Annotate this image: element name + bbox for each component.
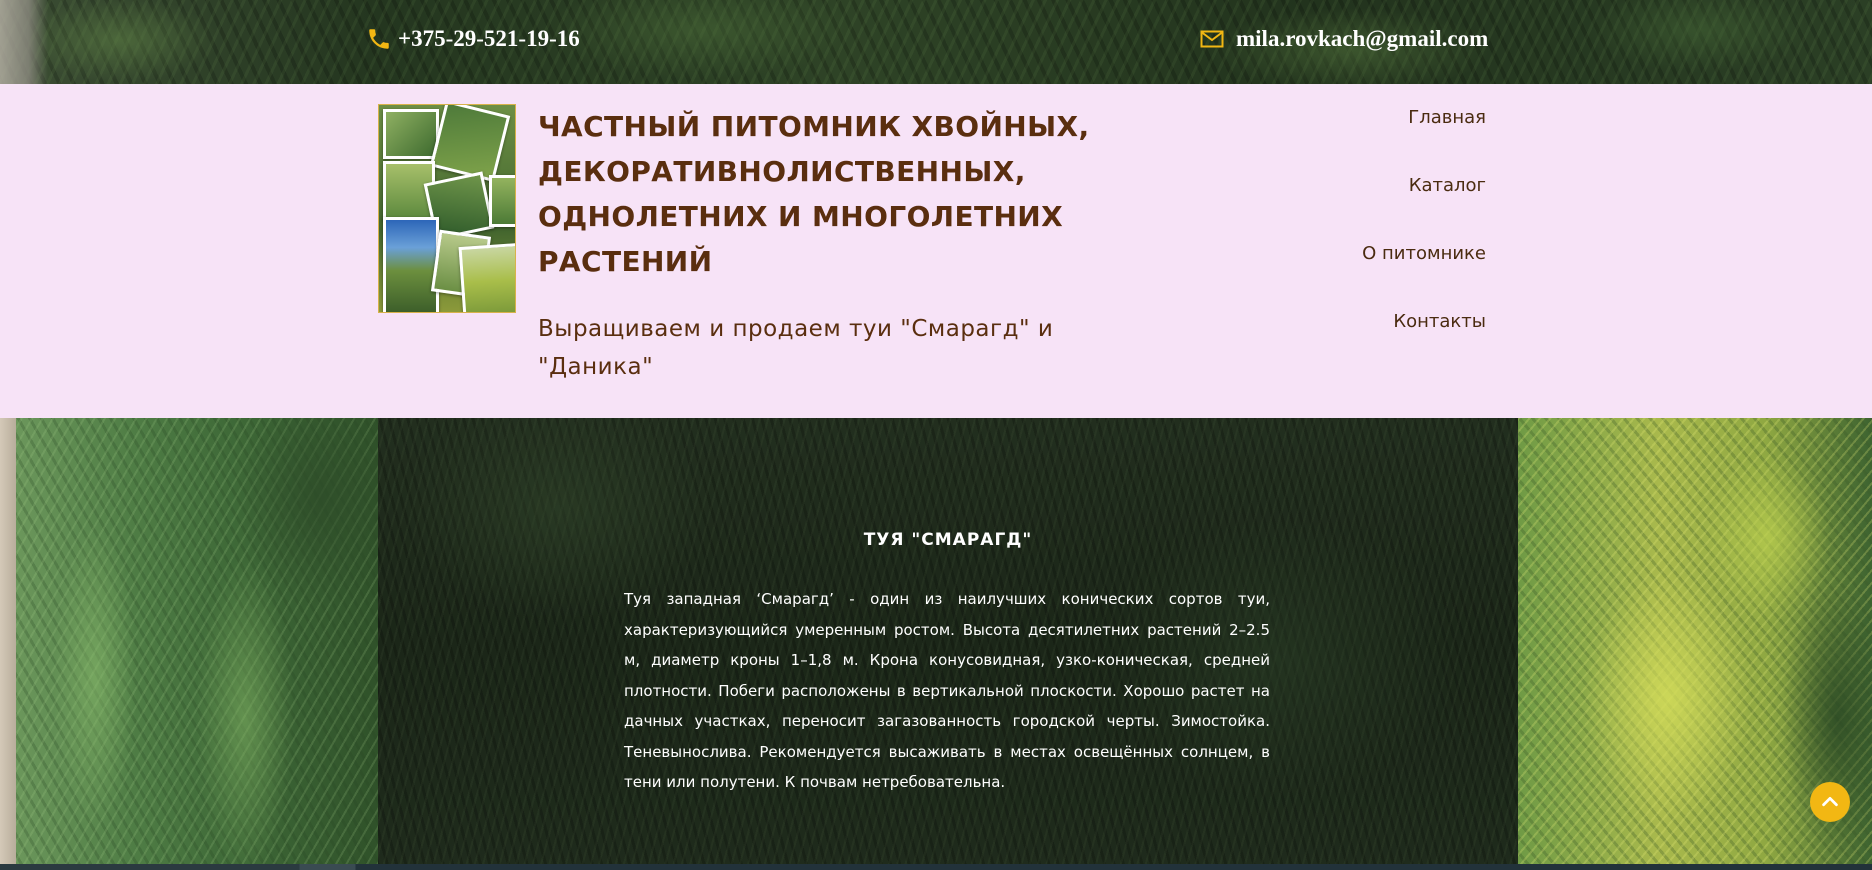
bottom-strip bbox=[0, 864, 1872, 870]
chevron-up-icon bbox=[1822, 796, 1838, 807]
section-description: Туя западная ‘Смарагд’ - один из наилучш… bbox=[624, 590, 1270, 791]
nav-item-catalog[interactable]: Каталог bbox=[1362, 174, 1486, 242]
logo-photo bbox=[489, 175, 515, 227]
nav-item-contacts[interactable]: Контакты bbox=[1362, 310, 1486, 378]
email-address[interactable]: mila.rovkach@gmail.com bbox=[1236, 26, 1488, 52]
top-contact-bar: +375-29-521-19-16 mila.rovkach@gmail.com bbox=[0, 0, 1872, 84]
nav-item-about[interactable]: О питомнике bbox=[1362, 242, 1486, 310]
site-logo[interactable] bbox=[378, 104, 516, 313]
logo-photo bbox=[429, 105, 511, 182]
wall-edge bbox=[0, 418, 16, 870]
email-contact[interactable]: mila.rovkach@gmail.com bbox=[1200, 26, 1488, 52]
phone-icon bbox=[369, 29, 389, 49]
scroll-to-top-button[interactable] bbox=[1810, 782, 1850, 822]
logo-photo bbox=[383, 109, 439, 159]
site-header: ЧАСТНЫЙ ПИТОМНИК ХВОЙНЫХ, ДЕКОРАТИВНОЛИС… bbox=[0, 84, 1872, 418]
envelope-icon bbox=[1200, 30, 1224, 48]
background-photo-edge bbox=[0, 0, 48, 84]
nav-item-home[interactable]: Главная bbox=[1362, 106, 1486, 174]
hero-background-left bbox=[0, 418, 380, 870]
logo-photo bbox=[458, 242, 515, 312]
phone-contact[interactable]: +375-29-521-19-16 bbox=[366, 26, 580, 52]
phone-number[interactable]: +375-29-521-19-16 bbox=[398, 26, 580, 52]
site-title: ЧАСТНЫЙ ПИТОМНИК ХВОЙНЫХ, ДЕКОРАТИВНОЛИС… bbox=[538, 110, 1090, 278]
site-subtitle: Выращиваем и продаем туи "Смарагд" и "Да… bbox=[538, 316, 1054, 380]
main-nav: Главная Каталог О питомнике Контакты bbox=[1362, 106, 1486, 378]
section-title: ТУЯ "СМАРАГД" bbox=[863, 530, 1033, 550]
logo-photo bbox=[383, 217, 439, 312]
hero-section: ТУЯ "СМАРАГД" Туя западная ‘Смарагд’ - о… bbox=[0, 418, 1872, 870]
